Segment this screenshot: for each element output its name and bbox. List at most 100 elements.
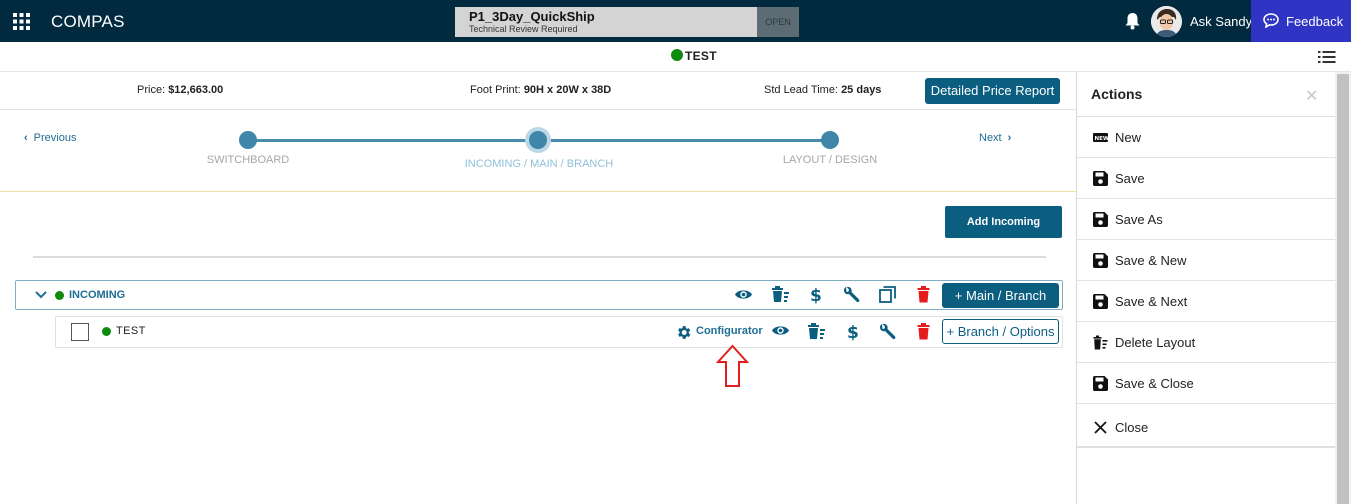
configurator-link[interactable]: Configurator xyxy=(696,325,763,337)
footprint-label: Foot Print: xyxy=(470,84,521,96)
top-bar: COMPAS P1_3Day_QuickShip Technical Revie… xyxy=(0,0,1351,42)
action-save-close[interactable]: Save & Close xyxy=(1077,363,1336,404)
gear-icon[interactable] xyxy=(675,324,692,341)
step-label-layout[interactable]: LAYOUT / DESIGN xyxy=(783,154,877,166)
price-info: Price: $12,663.00 xyxy=(137,84,223,96)
action-delete-layout[interactable]: Delete Layout xyxy=(1077,322,1336,363)
price-label: Price: xyxy=(137,84,166,96)
footprint-info: Foot Print: 90H x 20W x 38D xyxy=(470,84,611,96)
leadtime-info: Std Lead Time: 25 days xyxy=(764,84,881,96)
action-label: Save & New xyxy=(1115,253,1187,268)
user-avatar[interactable] xyxy=(1151,6,1182,37)
action-save-as[interactable]: Save As xyxy=(1077,199,1336,240)
chevron-left-icon: ‹ xyxy=(24,132,28,144)
chat-icon xyxy=(1263,13,1279,28)
next-label: Next xyxy=(979,132,1002,144)
previous-step-button[interactable]: ‹ Previous xyxy=(24,132,76,144)
footprint-value: 90H x 20W x 38D xyxy=(523,84,612,96)
status-dot xyxy=(102,327,111,336)
save-icon xyxy=(1093,294,1108,309)
feedback-button[interactable]: Feedback xyxy=(1251,0,1351,42)
summary-info-row: Price: $12,663.00 Foot Print: 90H x 20W … xyxy=(0,72,1076,110)
svg-text:NEW: NEW xyxy=(1095,136,1109,142)
step-label-switchboard[interactable]: SWITCHBOARD xyxy=(207,154,290,166)
action-new[interactable]: NEW New xyxy=(1077,117,1336,158)
save-icon xyxy=(1093,212,1108,227)
trash-icon[interactable] xyxy=(917,286,930,303)
add-incoming-button[interactable]: Add Incoming xyxy=(945,206,1062,238)
trash-icon[interactable] xyxy=(917,323,930,340)
action-save[interactable]: Save xyxy=(1077,158,1336,199)
status-indicator-dot xyxy=(671,49,683,61)
action-save-new[interactable]: Save & New xyxy=(1077,240,1336,281)
step-dot-layout[interactable] xyxy=(821,131,839,149)
action-label: Save As xyxy=(1115,212,1163,227)
feedback-label: Feedback xyxy=(1286,14,1344,29)
close-icon[interactable]: ✕ xyxy=(1305,86,1318,106)
document-subtitle: Technical Review Required xyxy=(469,24,578,34)
branch-label: TEST xyxy=(116,325,146,337)
actions-panel: Actions ✕ NEW New Save Save As Save & Ne… xyxy=(1076,72,1336,504)
chevron-down-icon[interactable] xyxy=(35,291,47,299)
action-label: Save & Next xyxy=(1115,294,1188,309)
configuration-name: TEST xyxy=(685,49,717,63)
delete-layout-icon xyxy=(1093,335,1108,350)
previous-label: Previous xyxy=(33,132,77,144)
eye-icon[interactable] xyxy=(771,324,790,337)
status-dot xyxy=(55,291,64,300)
new-icon: NEW xyxy=(1093,133,1109,142)
step-dot-incoming[interactable] xyxy=(529,131,547,149)
main-content: Price: $12,663.00 Foot Print: 90H x 20W … xyxy=(0,72,1076,504)
app-title[interactable]: COMPAS xyxy=(51,12,125,32)
status-bar: TEST xyxy=(0,42,1351,72)
leadtime-value: 25 days xyxy=(841,84,882,96)
leadtime-label: Std Lead Time: xyxy=(764,84,838,96)
user-name[interactable]: Ask Sandy xyxy=(1190,14,1252,29)
svg-text:$: $ xyxy=(847,323,858,341)
arrow-up-annotation-icon xyxy=(716,344,749,387)
action-label: New xyxy=(1115,130,1142,145)
save-icon xyxy=(1093,376,1108,391)
document-status-badge: OPEN xyxy=(757,7,799,37)
progress-stepper: ‹ Previous SWITCHBOARD INCOMING / MAIN / … xyxy=(0,110,1076,192)
actions-title: Actions xyxy=(1091,86,1143,102)
close-icon xyxy=(1094,421,1107,434)
detailed-price-report-button[interactable]: Detailed Price Report xyxy=(925,78,1060,104)
action-label: Close xyxy=(1115,420,1149,435)
wrench-icon[interactable] xyxy=(879,323,896,340)
eye-icon[interactable] xyxy=(734,288,753,301)
save-icon xyxy=(1093,253,1108,268)
scrollbar-thumb[interactable] xyxy=(1337,74,1349,504)
step-dot-switchboard[interactable] xyxy=(239,131,257,149)
list-menu-icon[interactable] xyxy=(1318,50,1336,64)
document-selector[interactable]: P1_3Day_QuickShip Technical Review Requi… xyxy=(455,7,757,37)
next-step-button[interactable]: Next › xyxy=(979,132,1011,144)
delete-sweep-icon[interactable] xyxy=(771,286,790,303)
document-name: P1_3Day_QuickShip xyxy=(469,9,595,24)
add-branch-options-button[interactable]: + Branch / Options xyxy=(942,319,1059,344)
copy-icon[interactable] xyxy=(879,286,896,303)
row-checkbox[interactable] xyxy=(71,323,89,341)
action-label: Save & Close xyxy=(1115,376,1194,391)
wrench-icon[interactable] xyxy=(843,286,860,303)
price-value: $12,663.00 xyxy=(168,84,224,96)
action-label: Save xyxy=(1115,171,1145,186)
svg-text:$: $ xyxy=(810,286,821,304)
action-label: Delete Layout xyxy=(1115,335,1196,350)
action-save-next[interactable]: Save & Next xyxy=(1077,281,1336,322)
save-icon xyxy=(1093,171,1108,186)
bell-icon[interactable] xyxy=(1124,12,1141,30)
step-label-incoming[interactable]: INCOMING / MAIN / BRANCH xyxy=(465,158,614,170)
incoming-label: INCOMING xyxy=(69,289,126,301)
action-close[interactable]: Close xyxy=(1077,407,1336,448)
branch-row: TEST Configurator $ + Branch / Options xyxy=(55,316,1063,348)
actions-scrollbar[interactable] xyxy=(1335,72,1351,504)
dollar-icon[interactable]: $ xyxy=(809,285,821,304)
add-main-branch-button[interactable]: + Main / Branch xyxy=(942,283,1059,308)
apps-grid-icon[interactable] xyxy=(13,13,30,30)
dollar-icon[interactable]: $ xyxy=(846,322,858,341)
incoming-row: INCOMING $ + Main / Branch xyxy=(15,280,1063,310)
delete-sweep-icon[interactable] xyxy=(807,323,826,340)
chevron-right-icon: › xyxy=(1007,132,1012,144)
divider xyxy=(33,256,1046,258)
